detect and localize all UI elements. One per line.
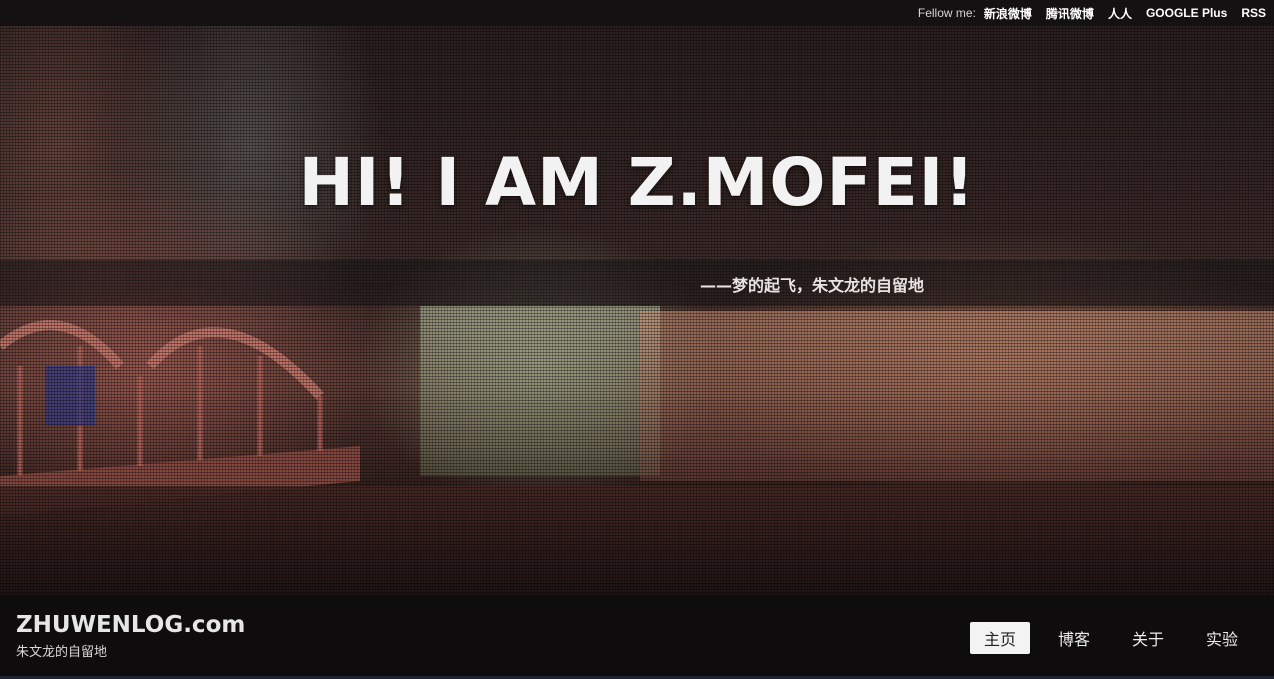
follow-label: Fellow me: (917, 6, 976, 20)
social-link-rss[interactable]: RSS (1241, 6, 1266, 20)
hero-scanline-overlay (0, 26, 1274, 596)
site-logo-link[interactable]: ZHUWENLOG.com (16, 612, 245, 638)
hero-subtitle: ——梦的起飞，朱文龙的自留地 (700, 276, 925, 295)
site-tagline: 朱文龙的自留地 (16, 645, 108, 660)
social-link-google-plus[interactable]: GOOGLE Plus (1146, 6, 1227, 20)
social-link-tencent-weibo[interactable]: 腾讯微博 (1046, 5, 1094, 22)
social-link-sina-weibo[interactable]: 新浪微博 (984, 5, 1032, 22)
page: Fellow me: 新浪微博 腾讯微博 人人 GOOGLE Plus RSS … (0, 0, 1274, 679)
footer-bar: ZHUWENLOG.com 朱文龙的自留地 主页 博客 关于 实验 (0, 596, 1274, 679)
hero-banner: HI! I AM Z.MOFEI! ——梦的起飞，朱文龙的自留地 (0, 26, 1274, 596)
nav-item-about[interactable]: 关于 (1118, 622, 1178, 654)
nav-item-lab[interactable]: 实验 (1192, 622, 1252, 654)
nav-item-blog[interactable]: 博客 (1044, 622, 1104, 654)
top-bar: Fellow me: 新浪微博 腾讯微博 人人 GOOGLE Plus RSS (0, 0, 1274, 26)
main-nav: 主页 博客 关于 实验 (956, 622, 1252, 654)
hero-title: HI! I AM Z.MOFEI! (298, 144, 976, 221)
social-link-renren[interactable]: 人人 (1108, 5, 1132, 22)
nav-item-home[interactable]: 主页 (969, 622, 1030, 654)
subtitle-band (0, 260, 1274, 306)
